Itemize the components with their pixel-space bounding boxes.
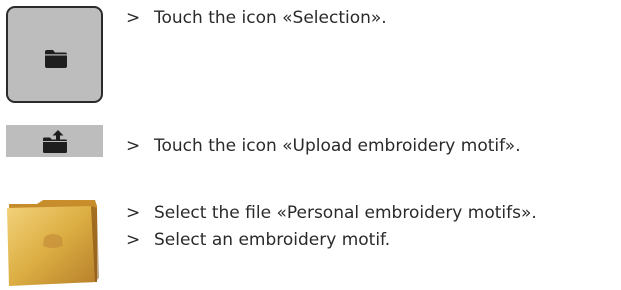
upload-embroidery-motif-button[interactable] — [6, 125, 103, 157]
instruction-step: > Touch the icon «Upload embroidery moti… — [126, 135, 521, 157]
bullet-marker: > — [126, 8, 141, 28]
folder-icon — [45, 50, 67, 68]
selection-button[interactable] — [6, 6, 103, 103]
instruction-step: > Select the file «Personal embroidery m… — [126, 202, 537, 224]
instruction-step: > Touch the icon «Selection». — [126, 7, 387, 29]
bullet-marker: > — [126, 203, 141, 223]
instruction-step: > Select an embroidery motif. — [126, 229, 390, 251]
personal-folder-icon — [7, 200, 99, 286]
instruction-text: Select an embroidery motif. — [154, 230, 391, 250]
instruction-text: Select the file «Personal embroidery mot… — [154, 203, 537, 223]
instruction-text: Touch the icon «Selection». — [154, 8, 387, 28]
personal-embroidery-motifs-folder[interactable] — [7, 198, 99, 286]
folder-upload-icon — [43, 130, 67, 153]
bullet-marker: > — [126, 230, 141, 250]
instruction-text: Touch the icon «Upload embroidery motif»… — [154, 136, 521, 156]
bullet-marker: > — [126, 136, 141, 156]
